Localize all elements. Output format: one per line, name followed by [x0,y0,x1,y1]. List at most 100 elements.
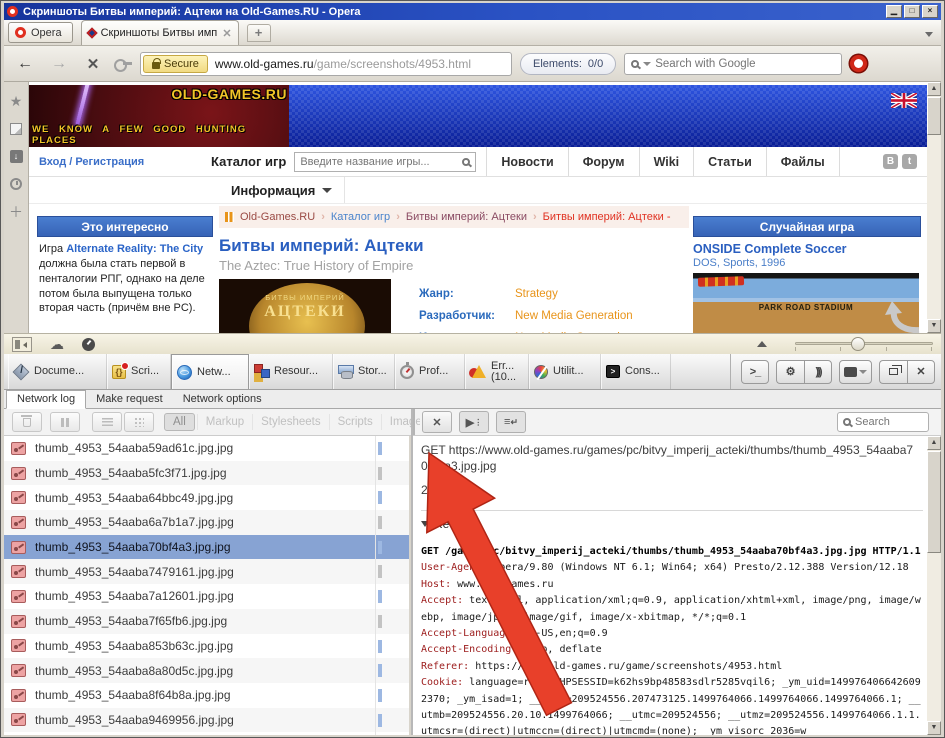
game-info-value[interactable]: New Media Generation [515,310,633,322]
back-button[interactable]: ← [12,55,38,73]
network-request-row[interactable]: thumb_4953_54aaba8a80d5c.jpg.jpg [4,658,409,683]
zoom-menu-arrow-icon[interactable] [757,341,767,347]
devtools-tab-storage[interactable]: Stor... [333,354,395,389]
scroll-down-button[interactable]: ▼ [927,319,941,333]
network-request-row[interactable]: thumb_4953_54aaba59ad61c.jpg.jpg [4,436,409,461]
devtools-close-button[interactable]: ✕ [907,360,935,384]
opera-link-cloud-icon[interactable]: ☁ [50,337,64,351]
minimize-button[interactable]: ▁ [886,5,902,18]
network-request-row[interactable]: thumb_4953_54aaba64bbc49.jpg.jpg [4,485,409,510]
zoom-slider[interactable] [795,337,933,352]
clear-log-button[interactable] [12,412,42,432]
breadcrumb-item[interactable]: Битвы империй: Ацтеки - [543,211,671,223]
grid-view-button[interactable] [124,412,154,432]
catalog-label[interactable]: Каталог игр [211,154,286,169]
panels-toggle-button[interactable] [12,337,32,352]
downloads-icon[interactable]: ↓ [10,150,23,163]
site-banner[interactable]: OLD-GAMES.RU WE KNOW A FEW GOOD HUNTING … [29,85,927,147]
bookmarks-star-icon[interactable]: ★ [10,94,23,108]
nav-menu-item[interactable]: Форум [568,147,639,176]
random-game-meta[interactable]: DOS, Sports, 1996 [693,257,921,269]
devtools-tab-console[interactable]: >Cons... [601,354,671,389]
breadcrumb-item[interactable]: Old-Games.RU [240,211,315,223]
browser-scrollbar[interactable]: ▲ ▼ [927,82,941,333]
url-field[interactable]: Secure www.old-games.ru/game/screenshots… [140,52,512,76]
raw-view-button[interactable]: ≡↵ [496,411,526,433]
settings-gear-icon[interactable]: ⚙ [776,360,804,384]
devtools-search-field[interactable] [837,412,929,432]
network-request-row[interactable]: thumb_4953_54aaba853b63c.jpg.jpg [4,634,409,659]
nav-menu-item[interactable]: Статьи [693,147,766,176]
forward-button[interactable]: → [46,55,72,73]
opera-turbo-icon[interactable] [82,338,95,351]
nav-menu-item[interactable]: Файлы [766,147,840,176]
nav-menu-item[interactable]: Wiki [639,147,694,176]
interesting-link[interactable]: Alternate Reality: The City [66,243,203,255]
breadcrumb-item[interactable]: Каталог игр [331,211,390,223]
devtools-tab-document[interactable]: Docume... [8,354,107,389]
network-request-row[interactable]: thumb_4953_54aaba7a12601.jpg.jpg [4,584,409,609]
remote-debug-icon[interactable]: ))) [804,360,832,384]
game-search-input[interactable] [300,156,458,168]
stop-button[interactable]: ✕ [80,55,106,73]
network-request-row[interactable]: thumb_4953_54aaba70bf4a3.jpg.jpg [4,535,409,560]
close-detail-button[interactable]: ✕ [422,411,452,433]
devtools-tab-profiler[interactable]: Prof... [395,354,465,389]
subtab-make-request[interactable]: Make request [86,391,173,408]
info-dropdown[interactable]: Информация [219,177,345,203]
detail-scrollbar[interactable]: ▲ ▼ [927,436,941,735]
replay-request-button[interactable]: ▶⋮ [459,411,489,433]
history-icon[interactable] [10,178,22,190]
detach-button[interactable] [879,360,907,384]
subtab-network-log[interactable]: Network log [6,390,86,409]
scroll-up-button[interactable]: ▲ [927,82,941,96]
console-prompt-button[interactable]: >_ [741,360,769,384]
search-engine-dropdown-icon[interactable] [643,62,651,66]
add-panel-icon[interactable]: ＋ [9,205,23,219]
network-request-row[interactable]: thumb_4953_54aaba7479161.jpg.jpg [4,559,409,584]
network-request-row[interactable]: thumb_4953_54aaba7f65fb6.jpg.jpg [4,609,409,634]
maximize-button[interactable]: □ [904,5,920,18]
network-request-row[interactable]: thumb_4953_54aaba8f64b8a.jpg.jpg [4,683,409,708]
notes-icon[interactable] [10,123,22,135]
filter-scripts[interactable]: Scripts [329,414,381,430]
tab-close-icon[interactable]: ✕ [222,27,231,40]
browser-tab[interactable]: Скриншоты Битвы имп... ✕ [81,20,239,45]
opera-stop-icon[interactable] [850,55,867,72]
scroll-down-button[interactable]: ▼ [927,721,941,735]
network-request-row[interactable]: thumb_4953_54aaba6a7b1a7.jpg.jpg [4,510,409,535]
subtab-network-options[interactable]: Network options [173,391,272,408]
social-vk-button[interactable]: B [883,154,898,169]
devtools-tab-script[interactable]: {}Scri... [107,354,171,389]
list-view-button[interactable] [92,412,122,432]
login-link[interactable]: Вход / Регистрация [29,156,207,168]
filter-markup[interactable]: Markup [197,414,252,430]
secure-badge[interactable]: Secure [143,55,208,73]
scrollbar-thumb[interactable] [927,97,941,135]
filter-stylesheets[interactable]: Stylesheets [252,414,328,430]
random-game-link[interactable]: ONSIDE Complete Soccer [693,242,921,256]
pause-button[interactable] [50,412,80,432]
social-twitter-button[interactable]: t [902,154,917,169]
scroll-up-button[interactable]: ▲ [927,436,941,450]
devtools-tab-network[interactable]: Netw... [171,354,249,389]
opera-menu-button[interactable]: Opera [8,22,73,43]
request-section-header[interactable]: Request [421,510,923,531]
devtools-tab-resources[interactable]: Resour... [249,354,333,389]
nav-menu-item[interactable]: Новости [486,147,567,176]
devtools-search-input[interactable] [855,416,923,428]
scrollbar-thumb[interactable] [927,451,941,553]
breadcrumb-item[interactable]: Битвы империй: Ацтеки [406,211,527,223]
filter-all[interactable]: All [164,413,195,431]
uk-flag-icon[interactable] [891,93,917,108]
network-request-row[interactable]: thumb_4953_54aaba9aa9b8d.jpg.jpg [4,732,409,735]
elements-badge[interactable]: Elements: 0/0 [520,53,616,75]
new-tab-button[interactable]: + [247,24,271,42]
tab-list-chevron-icon[interactable] [925,32,933,37]
zoom-slider-thumb[interactable] [851,337,865,351]
google-search-field[interactable] [624,53,842,75]
game-search-field[interactable] [294,152,476,172]
game-info-value[interactable]: Strategy [515,288,558,300]
google-search-input[interactable] [655,58,835,70]
network-request-row[interactable]: thumb_4953_54aaba9469956.jpg.jpg [4,708,409,733]
